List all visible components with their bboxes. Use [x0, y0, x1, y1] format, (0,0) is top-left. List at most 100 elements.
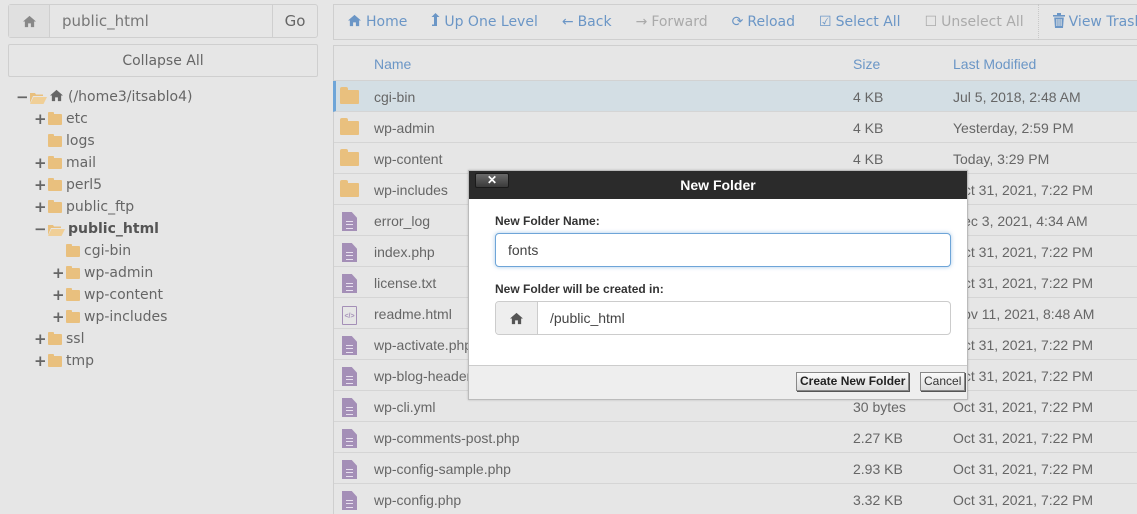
file-last-modified: Oct 31, 2021, 7:22 PM	[953, 244, 1094, 260]
file-last-modified: Oct 31, 2021, 7:22 PM	[953, 337, 1094, 353]
tree-item[interactable]: + public_ftp	[34, 196, 134, 218]
expand-icon[interactable]: +	[34, 154, 47, 172]
file-last-modified: Jul 5, 2018, 2:48 AM	[953, 89, 1081, 105]
file-icon	[340, 491, 357, 513]
file-last-modified: Oct 31, 2021, 7:22 PM	[953, 182, 1094, 198]
folder-icon	[340, 180, 359, 198]
location-field: /public_html	[495, 301, 951, 335]
refresh-icon: ⟳	[731, 14, 744, 30]
file-last-modified: Oct 31, 2021, 7:22 PM	[953, 492, 1094, 508]
column-header-name[interactable]: Name	[374, 56, 411, 72]
forward-button[interactable]: → Forward	[636, 14, 708, 30]
file-last-modified: Oct 31, 2021, 7:22 PM	[953, 461, 1094, 477]
back-button[interactable]: ← Back	[562, 14, 612, 30]
column-header-last-modified[interactable]: Last Modified	[953, 56, 1036, 72]
file-name: wp-cli.yml	[374, 399, 436, 415]
view-trash-button[interactable]: View Trash	[1052, 12, 1137, 32]
file-icon	[340, 460, 357, 482]
select-all-label: Select All	[835, 14, 901, 30]
arrow-left-icon: ←	[561, 14, 574, 30]
file-size: 4 KB	[853, 151, 884, 167]
tree-item[interactable]: + wp-admin	[52, 262, 153, 284]
create-new-folder-button[interactable]: Create New Folder	[796, 372, 910, 391]
tree-item[interactable]: − public_html	[34, 218, 159, 240]
trash-icon	[1052, 12, 1065, 32]
tree-item[interactable]: + perl5	[34, 174, 102, 196]
expand-icon[interactable]: +	[34, 110, 47, 128]
collapse-all-button[interactable]: Collapse All	[8, 44, 318, 77]
file-last-modified: Oct 31, 2021, 7:22 PM	[953, 399, 1094, 415]
select-all-button[interactable]: ☑ Select All	[819, 14, 901, 30]
file-icon	[340, 243, 357, 265]
unselect-all-label: Unselect All	[941, 14, 1024, 30]
table-row[interactable]: wp-config.php 3.32 KB Oct 31, 2021, 7:22 P…	[334, 484, 1137, 514]
home-button[interactable]: Home	[347, 14, 407, 31]
tree-item-label: logs	[66, 133, 95, 149]
collapse-icon[interactable]: −	[34, 220, 47, 238]
folder-open-icon	[48, 224, 65, 236]
reload-label: Reload	[747, 14, 795, 30]
file-icon	[340, 429, 357, 451]
tree-item[interactable]: cgi-bin	[52, 240, 131, 262]
folder-icon	[340, 87, 359, 105]
file-last-modified: Oct 31, 2021, 7:22 PM	[953, 368, 1094, 384]
file-name: error_log	[374, 213, 431, 229]
tree-item[interactable]: + ssl	[34, 328, 84, 350]
unselect-all-button[interactable]: ☐ Unselect All	[925, 14, 1024, 30]
file-icon	[340, 274, 357, 296]
table-row[interactable]: cgi-bin 4 KB Jul 5, 2018, 2:48 AM	[333, 81, 1137, 112]
expand-icon[interactable]: +	[34, 198, 47, 216]
file-name: wp-includes	[374, 182, 448, 198]
up-one-level-button[interactable]: Up One Level	[431, 12, 538, 32]
file-last-modified: Nov 11, 2021, 8:48 AM	[953, 306, 1095, 322]
tree-item-label: perl5	[66, 177, 103, 193]
checkbox-checked-icon: ☑	[819, 14, 832, 30]
dialog-footer: Create New Folder Cancel	[469, 365, 967, 399]
folder-icon	[48, 133, 62, 147]
file-name: license.txt	[374, 275, 437, 291]
collapse-icon[interactable]: −	[16, 88, 29, 106]
tree-item-label: (/home3/itsablo4)	[68, 89, 193, 105]
tree-item[interactable]: + etc	[34, 108, 88, 130]
folder-name-input[interactable]	[495, 233, 951, 267]
file-name: wp-content	[374, 151, 443, 167]
tree-item-label: wp-content	[84, 287, 163, 303]
tree-item[interactable]: + mail	[34, 152, 96, 174]
dialog-title: New Folder	[680, 177, 756, 193]
html-file-icon: </>	[340, 305, 357, 325]
tree-item[interactable]: + wp-content	[52, 284, 163, 306]
expand-icon[interactable]: +	[52, 286, 65, 304]
file-name: wp-config.php	[374, 492, 462, 508]
toolbar-divider	[1037, 4, 1039, 40]
table-row[interactable]: wp-comments-post.php 2.27 KB Oct 31, 2021,…	[334, 422, 1137, 453]
cancel-button[interactable]: Cancel	[920, 372, 966, 391]
table-row[interactable]: wp-config-sample.php 2.93 KB Oct 31, 2021,…	[334, 453, 1137, 484]
table-row[interactable]: wp-admin 4 KB Yesterday, 2:59 PM	[334, 112, 1137, 143]
expand-icon[interactable]: +	[34, 176, 47, 194]
home-icon[interactable]	[9, 5, 50, 37]
file-size: 4 KB	[853, 89, 884, 105]
folder-icon	[66, 243, 80, 257]
home-label: Home	[366, 14, 408, 30]
file-name: wp-activate.php	[374, 337, 473, 353]
expand-icon[interactable]: +	[52, 308, 65, 326]
file-name: readme.html	[374, 306, 452, 322]
column-header-size[interactable]: Size	[853, 56, 880, 72]
path-input[interactable]	[50, 5, 272, 37]
tree-item[interactable]: − (/home3/itsablo4)	[16, 86, 192, 108]
tree-item[interactable]: logs	[34, 130, 95, 152]
file-icon	[340, 336, 357, 358]
tree-item[interactable]: + tmp	[34, 350, 94, 372]
dialog-header: ✕ New Folder	[469, 171, 967, 199]
tree-item-label: ssl	[66, 331, 85, 347]
expand-icon[interactable]: +	[52, 264, 65, 282]
expand-icon[interactable]: +	[34, 352, 47, 370]
go-button[interactable]: Go	[272, 5, 317, 37]
path-bar: Go	[8, 4, 318, 38]
reload-button[interactable]: ⟳ Reload	[732, 14, 795, 30]
folder-icon	[48, 111, 62, 125]
file-name: index.php	[374, 244, 435, 260]
tree-item-label: etc	[66, 111, 88, 127]
expand-icon[interactable]: +	[34, 330, 47, 348]
tree-item[interactable]: + wp-includes	[52, 306, 167, 328]
